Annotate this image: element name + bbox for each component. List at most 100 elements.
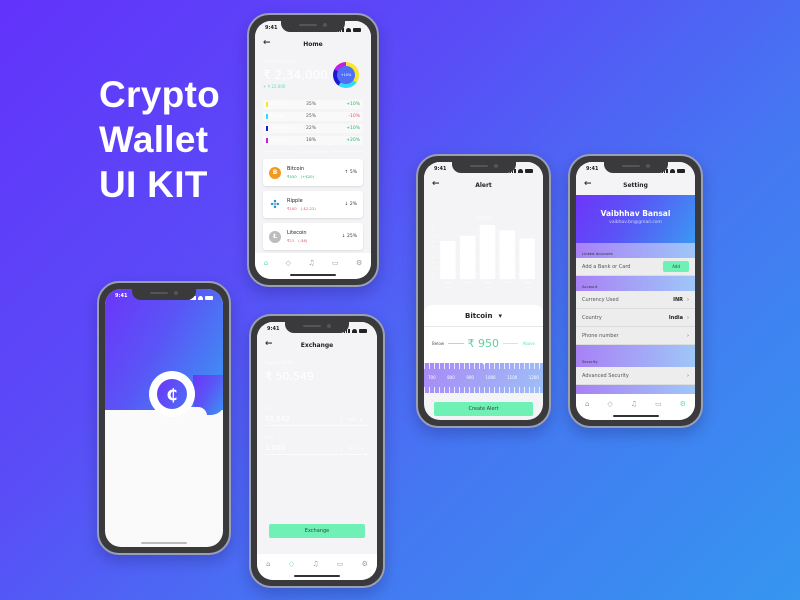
allocation-change: +20% xyxy=(346,138,360,143)
coin-trend: ↑ 5% xyxy=(344,170,357,175)
bell-icon[interactable]: ♫ xyxy=(312,560,318,568)
y-tick-label xyxy=(432,262,435,264)
ruler-label: 1100 xyxy=(507,375,518,380)
x-tick-label xyxy=(523,282,531,283)
notch xyxy=(603,162,668,173)
allocation-name: Litecoin xyxy=(269,138,288,143)
gear-icon[interactable]: ⚙ xyxy=(362,560,368,568)
coin-card[interactable]: Ł Litecoin ₹21 (-$6) ↓ 25% xyxy=(263,223,363,250)
phone-alert: 9:41 ← Alert Bit Coin Bitcoin ▾ Below ₹ … xyxy=(416,154,551,428)
bar[interactable] xyxy=(459,235,476,279)
create-alert-button[interactable]: Create Alert xyxy=(434,402,533,416)
add-button[interactable]: Add xyxy=(663,261,689,272)
account-row[interactable]: Phone number › xyxy=(576,327,695,345)
exchange-button[interactable]: Exchange xyxy=(269,524,365,538)
buy-label: Buy xyxy=(265,436,274,441)
color-swatch xyxy=(266,126,268,131)
home-screen: 9:41 ← Home Wallet Balance ₹ 2,34,000 + … xyxy=(255,21,371,279)
account-row-label: Currency Used xyxy=(582,296,619,303)
back-arrow-icon[interactable]: ← xyxy=(263,38,271,48)
home-icon[interactable]: ⌂ xyxy=(264,259,268,267)
status-time: 9:41 xyxy=(586,166,599,172)
coin-name: Ripple xyxy=(287,198,303,204)
account-rows: Currency Used INR › Country India › Phone numb… xyxy=(576,291,695,345)
chevron-down-icon: ▾ xyxy=(498,311,502,320)
ruler-label: 900 xyxy=(466,375,474,380)
price-ruler-slider[interactable]: 700 800 900 1000 1100 1200 xyxy=(424,360,543,393)
allocation-row[interactable]: Ethereum 22% +10% xyxy=(263,124,363,133)
battery-icon xyxy=(677,168,685,173)
color-swatch xyxy=(266,138,268,143)
home-indicator xyxy=(294,575,340,577)
allocation-name: Bitcoin xyxy=(269,102,285,107)
back-arrow-icon[interactable]: ← xyxy=(584,179,592,189)
bell-icon[interactable]: ♫ xyxy=(631,400,637,408)
ruler-label: 1200 xyxy=(528,375,539,380)
sell-currency-select[interactable]: INR ▾ xyxy=(341,418,369,423)
ruler-label: 800 xyxy=(447,375,455,380)
x-tick-label xyxy=(463,282,472,283)
back-arrow-icon[interactable]: ← xyxy=(432,179,440,189)
back-arrow-icon[interactable]: ← xyxy=(265,339,273,349)
gear-icon[interactable]: ⚙ xyxy=(680,400,686,408)
sell-amount-input[interactable]: 50,549 xyxy=(265,415,341,423)
wallet-icon[interactable]: ▭ xyxy=(655,400,662,408)
status-time: 9:41 xyxy=(267,326,280,332)
headline-line-2: Wallet xyxy=(99,119,209,160)
allocation-row[interactable]: Litecoin 18% +20% xyxy=(263,136,363,145)
wallet-icon[interactable]: ▭ xyxy=(332,259,339,267)
tag-icon[interactable]: ◇ xyxy=(289,560,294,568)
below-label[interactable]: Below xyxy=(432,341,444,346)
add-bank-row[interactable]: Add a Bank or Card Add xyxy=(576,258,695,276)
alert-screen: 9:41 ← Alert Bit Coin Bitcoin ▾ Below ₹ … xyxy=(424,162,543,420)
coin-trend: ↓ 2% xyxy=(344,202,357,207)
coin-card[interactable]: ✣ Ripple ₹100 (-$2.22) ↓ 2% xyxy=(263,191,363,218)
coin-card[interactable]: B Bitcoin ₹450 (+$20) ↑ 5% xyxy=(263,159,363,186)
y-tick-label xyxy=(432,240,435,242)
settings-list: Linked Accounts Add a Bank or Card Add A… xyxy=(576,243,695,397)
bar[interactable] xyxy=(479,225,496,279)
add-bank-label: Add a Bank or Card xyxy=(582,263,631,270)
account-row[interactable]: Currency Used INR › xyxy=(576,291,695,309)
bitcoin-coin-icon: B xyxy=(269,166,281,179)
allocation-percent: 25% xyxy=(306,114,317,119)
bar[interactable] xyxy=(519,238,535,280)
ruler-pointer[interactable] xyxy=(479,360,488,365)
notch xyxy=(451,162,516,173)
profile-name: Vaibhhav Bansal xyxy=(600,209,671,218)
coin-price: ₹100 xyxy=(287,206,297,211)
advanced-security-row[interactable]: Advanced Security › xyxy=(576,367,695,385)
above-label[interactable]: Above xyxy=(522,341,535,346)
account-row[interactable]: Country India › xyxy=(576,309,695,327)
buy-amount-input[interactable]: 1,000 xyxy=(265,444,341,452)
home-icon[interactable]: ⌂ xyxy=(585,400,589,408)
status-time: 9:41 xyxy=(434,166,447,172)
status-time: 9:41 xyxy=(265,25,278,31)
coin-info: Bitcoin ₹450 (+$20) xyxy=(287,166,345,179)
home-indicator xyxy=(141,542,187,544)
account-row-value: India xyxy=(668,314,683,321)
allocation-row[interactable]: Ripple 25% -10% xyxy=(263,112,363,121)
bar[interactable] xyxy=(440,241,456,279)
tag-icon[interactable]: ◇ xyxy=(286,259,291,267)
section-linked-accounts: Linked Accounts xyxy=(576,243,695,258)
headline-line-3: UI KIT xyxy=(99,164,208,205)
wallet-icon[interactable]: ▭ xyxy=(337,560,344,568)
home-icon[interactable]: ⌂ xyxy=(266,560,270,568)
tag-icon[interactable]: ◇ xyxy=(607,400,612,408)
alert-value: ₹ 950 xyxy=(467,337,500,350)
ripple-coin-icon: ✣ xyxy=(270,198,280,211)
color-swatch xyxy=(266,114,268,119)
notch xyxy=(132,289,196,300)
coin-select[interactable]: Bitcoin ▾ xyxy=(424,305,543,327)
buy-currency-select[interactable]: BCH ▾ xyxy=(341,447,369,452)
wifi-icon xyxy=(670,168,675,173)
bar[interactable] xyxy=(499,230,516,279)
gear-icon[interactable]: ⚙ xyxy=(356,259,362,267)
allocation-row[interactable]: Bitcoin 35% +10% xyxy=(263,100,363,109)
coin-info: Litecoin ₹21 (-$6) xyxy=(287,230,342,243)
x-tick-label xyxy=(483,282,492,283)
allocation-change: +10% xyxy=(346,102,360,107)
bell-icon[interactable]: ♫ xyxy=(308,259,314,267)
coin-price: ₹450 xyxy=(287,174,297,179)
